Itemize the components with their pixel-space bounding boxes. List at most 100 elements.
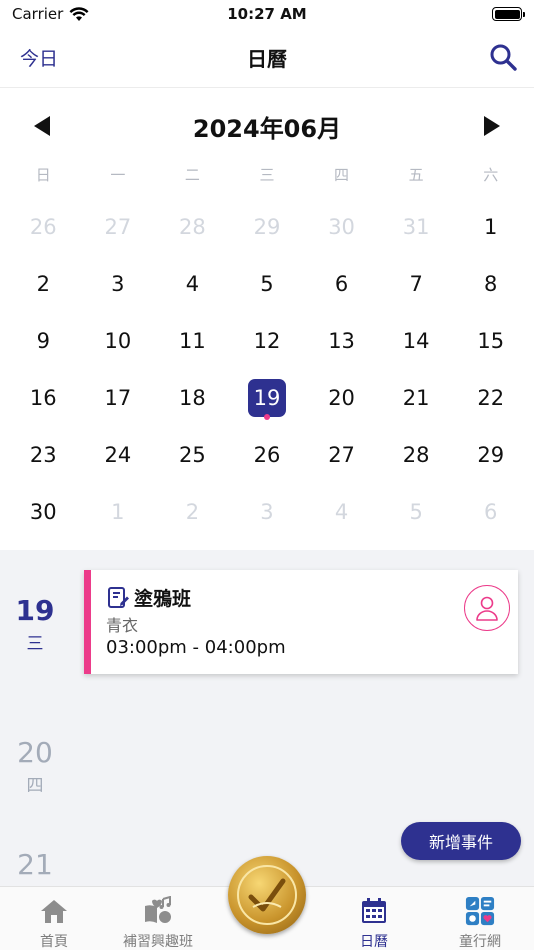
day-number: 2 — [36, 271, 50, 296]
day-cell[interactable]: 23 — [6, 426, 81, 483]
day-cell[interactable]: 8 — [453, 255, 528, 312]
today-button[interactable]: 今日 — [20, 44, 58, 71]
day-number: 1 — [484, 214, 498, 239]
day-cell[interactable]: 14 — [379, 312, 454, 369]
battery-icon — [492, 7, 525, 21]
day-number: 20 — [328, 385, 355, 410]
day-cell[interactable]: 28 — [379, 426, 454, 483]
day-cell[interactable]: 5 — [379, 483, 454, 540]
day-number: 3 — [111, 271, 125, 296]
agenda-date-21: 21 — [0, 848, 70, 881]
day-cell[interactable]: 20 — [304, 369, 379, 426]
day-cell[interactable]: 13 — [304, 312, 379, 369]
day-cell[interactable]: 6 — [304, 255, 379, 312]
add-event-button[interactable]: 新增事件 — [401, 822, 521, 860]
day-number: 25 — [179, 442, 206, 467]
day-cell[interactable]: 15 — [453, 312, 528, 369]
day-cell[interactable]: 22 — [453, 369, 528, 426]
day-cell[interactable]: 24 — [81, 426, 156, 483]
agenda: 19 三 塗鴉班 青衣 03:00pm - 04:00pm 20 四 21 新增… — [0, 550, 534, 886]
weekday-label: 五 — [408, 166, 424, 184]
classes-icon — [145, 896, 171, 923]
carrier-label: Carrier — [12, 5, 64, 23]
day-cell[interactable]: 4 — [304, 483, 379, 540]
agenda-date-num: 20 — [17, 736, 53, 769]
day-number: 26 — [29, 214, 57, 239]
day-number: 11 — [179, 328, 206, 353]
day-grid: 26 27 28 29 30 31 1 2 3 4 5 6 7 8 9 10 11 12 13 14 15 16 17 18 1… — [0, 198, 534, 540]
day-number: 28 — [402, 442, 430, 467]
person-icon — [476, 596, 498, 621]
day-cell[interactable]: 1 — [453, 198, 528, 255]
tab-classes[interactable]: 補習興趣班 — [108, 887, 208, 950]
day-number: 5 — [260, 271, 274, 296]
day-cell[interactable]: 5 — [230, 255, 305, 312]
tab-network-label: 童行網 — [459, 934, 501, 950]
tab-calendar-label: 日曆 — [360, 934, 388, 950]
day-cell[interactable]: 2 — [155, 483, 230, 540]
weekday-label: 四 — [334, 166, 350, 184]
day-cell[interactable]: 17 — [81, 369, 156, 426]
day-number: 3 — [260, 499, 274, 524]
day-cell[interactable]: 3 — [81, 255, 156, 312]
day-cell[interactable]: 12 — [230, 312, 305, 369]
day-cell[interactable]: 9 — [6, 312, 81, 369]
day-cell[interactable]: 18 — [155, 369, 230, 426]
day-cell[interactable]: 29 — [453, 426, 528, 483]
note-edit-icon — [108, 586, 129, 608]
day-cell[interactable]: 26 — [230, 426, 305, 483]
day-number: 14 — [402, 328, 430, 353]
tab-classes-label: 補習興趣班 — [123, 934, 193, 950]
chevron-right-icon[interactable] — [482, 115, 502, 137]
search-icon[interactable] — [488, 42, 518, 72]
day-number: 21 — [402, 385, 430, 410]
day-cell[interactable]: 1 — [81, 483, 156, 540]
day-number: 15 — [477, 328, 505, 353]
agenda-date-num: 21 — [17, 848, 53, 881]
weekday-label: 六 — [483, 166, 499, 184]
day-cell[interactable]: 25 — [155, 426, 230, 483]
day-cell[interactable]: 10 — [81, 312, 156, 369]
day-number: 7 — [409, 271, 423, 296]
day-cell[interactable]: 30 — [304, 198, 379, 255]
month-label: 2024年06月 — [192, 114, 342, 143]
tab-network[interactable]: 童行網 — [430, 887, 530, 950]
day-cell[interactable]: 30 — [6, 483, 81, 540]
day-number: 12 — [253, 328, 281, 353]
center-badge-button[interactable] — [228, 856, 306, 934]
event-card[interactable]: 塗鴉班 青衣 03:00pm - 04:00pm — [84, 570, 518, 674]
day-cell[interactable]: 16 — [6, 369, 81, 426]
day-cell[interactable]: 21 — [379, 369, 454, 426]
day-cell[interactable]: 27 — [81, 198, 156, 255]
tab-home[interactable]: 首頁 — [4, 887, 104, 950]
weekday-row: 日一二三四五六 — [0, 164, 534, 188]
day-cell[interactable]: 7 — [379, 255, 454, 312]
day-cell[interactable]: 28 — [155, 198, 230, 255]
agenda-date-weekday: 四 — [26, 776, 44, 796]
day-number: 26 — [253, 442, 281, 467]
day-cell[interactable]: 4 — [155, 255, 230, 312]
event-avatar[interactable] — [464, 585, 510, 631]
day-number: 30 — [328, 214, 355, 239]
day-cell[interactable]: 29 — [230, 198, 305, 255]
weekday-label: 三 — [259, 166, 275, 184]
status-left: Carrier — [12, 5, 192, 23]
event-time: 03:00pm - 04:00pm — [106, 637, 286, 658]
event-title: 塗鴉班 — [134, 588, 192, 610]
day-cell[interactable]: 3 — [230, 483, 305, 540]
day-cell[interactable]: 6 — [453, 483, 528, 540]
tab-calendar[interactable]: 日曆 — [324, 887, 424, 950]
day-cell[interactable]: 26 — [6, 198, 81, 255]
day-cell[interactable]: 2 — [6, 255, 81, 312]
day-cell[interactable]: 11 — [155, 312, 230, 369]
day-cell[interactable]: 27 — [304, 426, 379, 483]
day-number: 27 — [104, 214, 132, 239]
day-cell[interactable]: 31 — [379, 198, 454, 255]
chevron-left-icon[interactable] — [32, 115, 52, 137]
day-number: 5 — [409, 499, 423, 524]
day-cell-selected[interactable]: 19 — [230, 369, 305, 426]
calendar: 2024年06月 日一二三四五六 26 27 28 29 30 31 1 2 3 4 5 6 7 8 9 10… — [0, 88, 534, 550]
day-number: 6 — [334, 271, 349, 296]
agenda-date-num: 19 — [15, 594, 55, 627]
calendar-header: 2024年06月 — [0, 88, 534, 164]
